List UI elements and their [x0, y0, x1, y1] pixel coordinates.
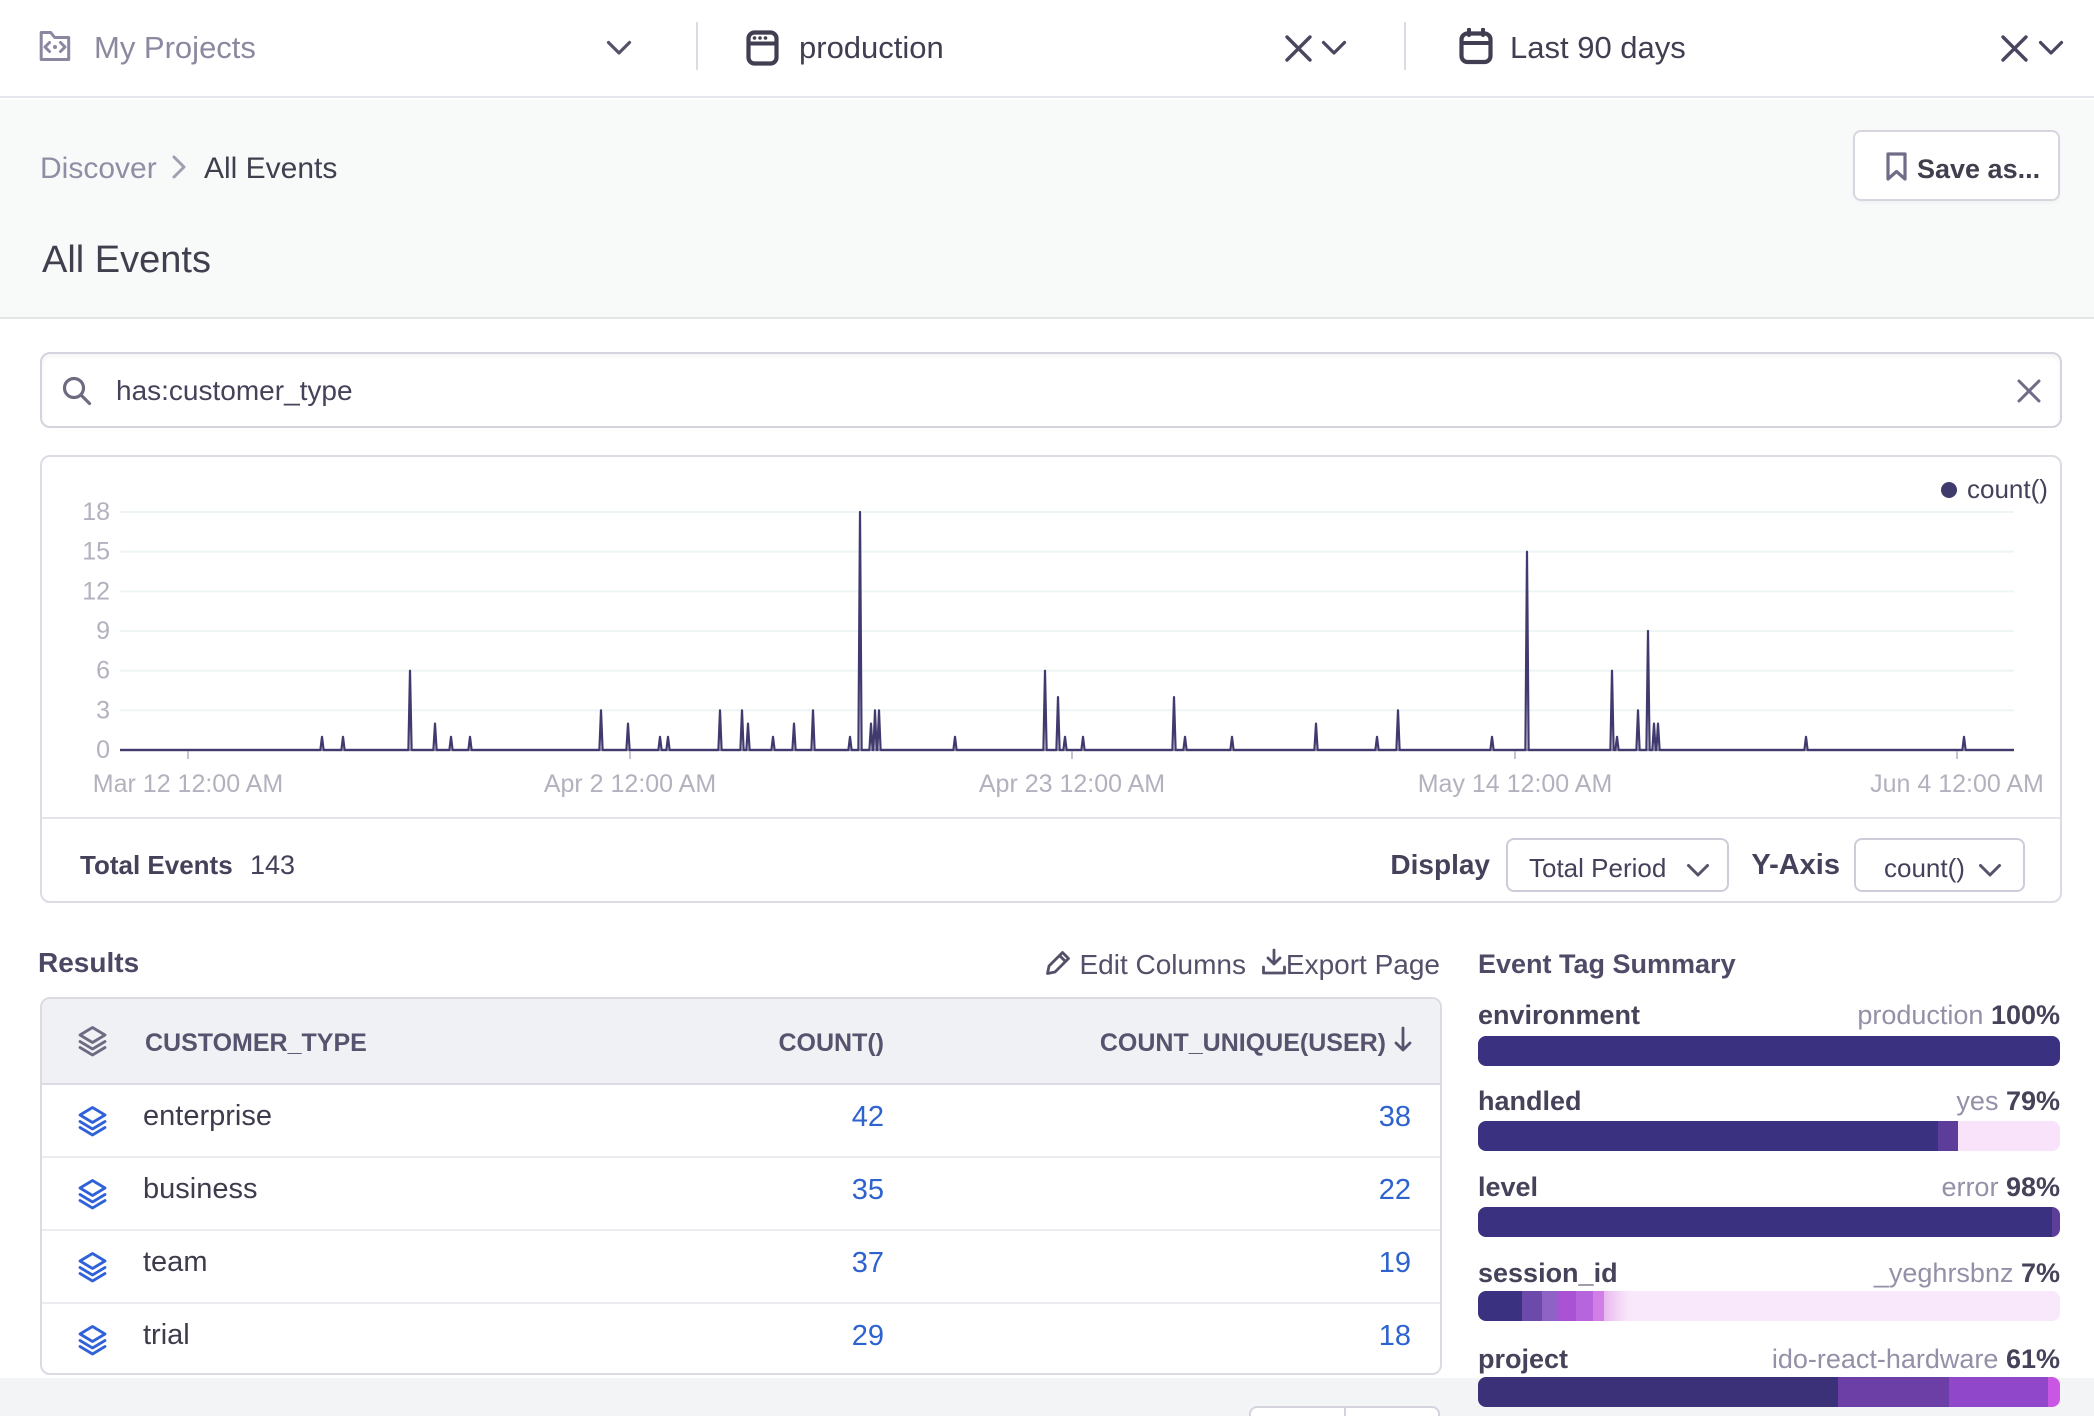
svg-text:count(): count(): [1967, 474, 2048, 504]
svg-text:3: 3: [96, 696, 110, 724]
svg-text:18: 18: [82, 498, 110, 526]
svg-text:6: 6: [96, 657, 110, 685]
svg-text:12: 12: [82, 577, 110, 605]
svg-text:Apr 23 12:00 AM: Apr 23 12:00 AM: [979, 770, 1165, 798]
svg-text:Jun 4 12:00 AM: Jun 4 12:00 AM: [1870, 770, 2044, 798]
svg-text:Mar 12 12:00 AM: Mar 12 12:00 AM: [93, 770, 283, 798]
svg-text:Apr 2 12:00 AM: Apr 2 12:00 AM: [544, 770, 716, 798]
svg-text:9: 9: [96, 617, 110, 645]
svg-text:0: 0: [96, 736, 110, 764]
svg-text:May 14 12:00 AM: May 14 12:00 AM: [1418, 770, 1613, 798]
svg-text:15: 15: [82, 538, 110, 566]
